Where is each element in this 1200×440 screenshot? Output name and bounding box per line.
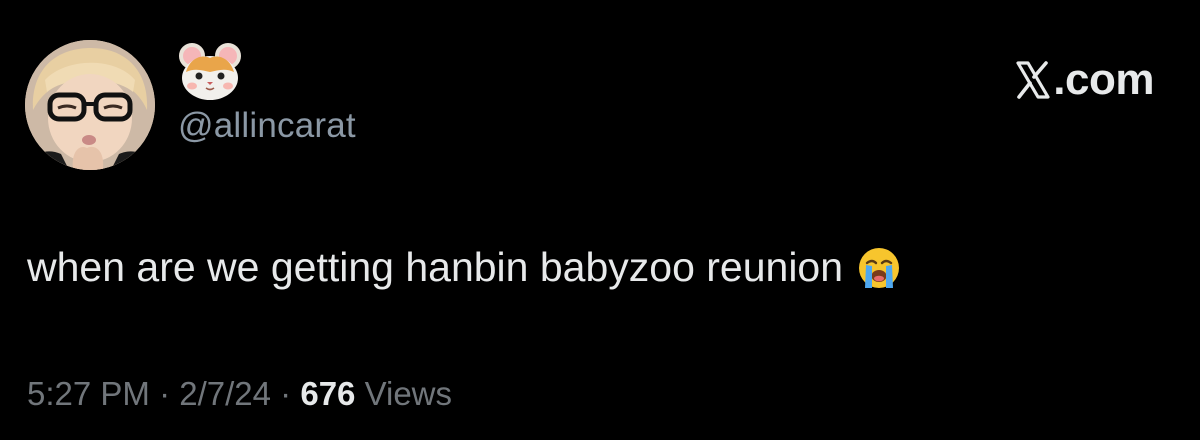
brand-domain-suffix: .com [1053, 55, 1154, 104]
avatar-photo [25, 40, 155, 170]
tweet-time[interactable]: 5:27 PM [27, 375, 150, 412]
tweet-text: when are we getting hanbin babyzoo reuni… [27, 244, 844, 290]
meta-separator: · [280, 375, 292, 412]
views-label: Views [364, 375, 453, 412]
loudly-crying-face-icon [859, 247, 900, 288]
views-count: 676 [300, 375, 356, 412]
tweet-meta: 5:27 PM · 2/7/24 · 676 Views [27, 375, 452, 413]
x-logo-icon [1016, 61, 1050, 99]
tweet-date[interactable]: 2/7/24 [179, 375, 271, 412]
author-handle[interactable]: @allincarat [178, 106, 356, 146]
hamster-face-icon [178, 42, 242, 102]
avatar[interactable] [25, 40, 155, 170]
brand-logo: .com [1015, 56, 1154, 104]
tweet-body: when are we getting hanbin babyzoo reuni… [27, 244, 901, 291]
tweet-card: @allincarat .com when are we getting han… [0, 0, 1200, 440]
meta-separator: · [159, 375, 171, 412]
